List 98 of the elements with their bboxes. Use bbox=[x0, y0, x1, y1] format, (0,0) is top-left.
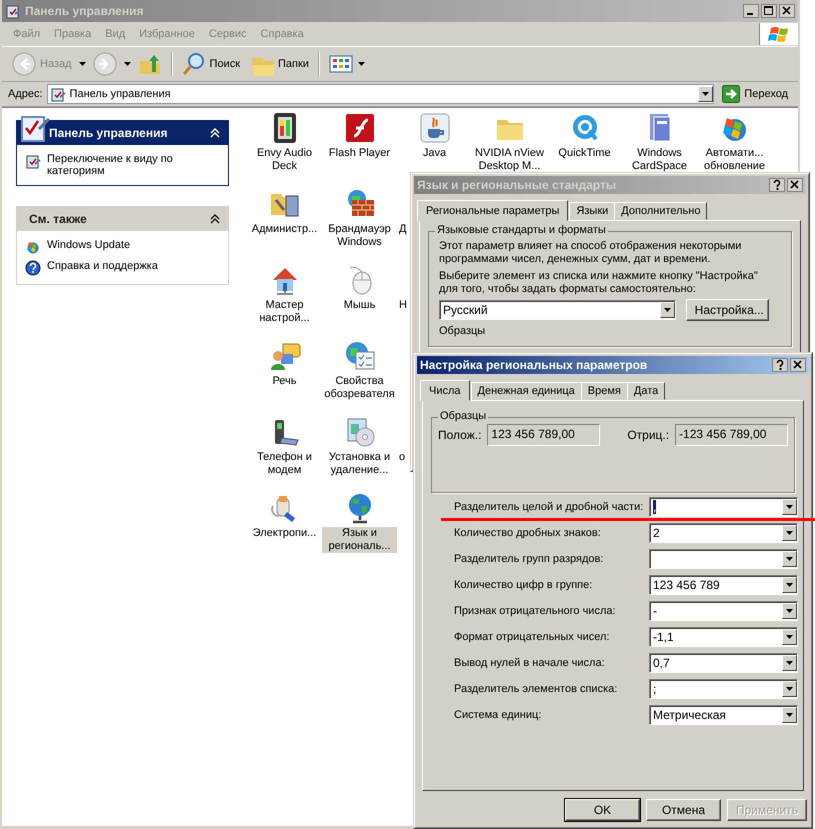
close-button[interactable] bbox=[787, 178, 803, 192]
search-button[interactable]: Поиск bbox=[178, 50, 244, 78]
search-icon bbox=[182, 52, 206, 76]
flag-globe-icon bbox=[25, 239, 41, 255]
field-label: Система единиц: bbox=[454, 709, 542, 721]
dialog-button[interactable]: OK bbox=[564, 799, 640, 821]
control-panel-item[interactable]: Автомати... обновление bbox=[697, 112, 772, 188]
tab[interactable]: Числа bbox=[420, 380, 470, 401]
window-title: Панель управления bbox=[25, 4, 144, 18]
tab[interactable]: Языки bbox=[569, 202, 616, 220]
field-label: Количество цифр в группе: bbox=[454, 579, 594, 591]
field-label: Количество дробных знаков: bbox=[454, 527, 602, 539]
panel-title: См. также bbox=[28, 212, 88, 226]
views-icon bbox=[328, 54, 353, 74]
control-panel-item[interactable]: Windows CardSpace bbox=[622, 112, 697, 188]
dialog-button[interactable]: Отмена bbox=[646, 799, 721, 821]
collapse-icon[interactable] bbox=[210, 214, 220, 224]
dropdown[interactable]: , bbox=[649, 497, 798, 517]
help-button[interactable] bbox=[772, 358, 788, 372]
description-text: Этот параметр влияет на способ отображения некоторыми программами чисел, денежных сумм, дат и времени. bbox=[439, 240, 742, 266]
dropdown-arrow-icon bbox=[662, 307, 672, 313]
maximize-button[interactable] bbox=[761, 4, 777, 18]
minimize-button[interactable] bbox=[743, 4, 759, 18]
panel-title: Панель управления bbox=[48, 126, 168, 140]
go-button[interactable]: Переход bbox=[718, 85, 792, 103]
control-panel-icon bbox=[5, 3, 21, 19]
help-icon bbox=[25, 260, 41, 276]
control-panel-item[interactable]: Язык и региональ... bbox=[322, 492, 397, 568]
dropdown-arrow-icon bbox=[785, 556, 794, 562]
field-label: Полож.: bbox=[438, 428, 482, 442]
control-panel-item[interactable]: Свойства обозревателя bbox=[322, 340, 397, 416]
dropdown[interactable]: 0,7 bbox=[649, 653, 798, 673]
dropdown[interactable]: - bbox=[649, 601, 798, 621]
address-label: Адрес: bbox=[8, 88, 43, 100]
group-title: Языковые стандарты и форматы bbox=[435, 224, 608, 236]
close-button[interactable] bbox=[779, 4, 795, 18]
dropdown-arrow-icon bbox=[785, 582, 794, 588]
control-panel-icon bbox=[25, 153, 41, 169]
group-title: Образцы bbox=[438, 410, 488, 422]
task-link[interactable]: Справка и поддержка bbox=[25, 260, 220, 276]
help-button[interactable] bbox=[769, 178, 785, 192]
control-panel-item[interactable]: Электропи... bbox=[247, 492, 322, 568]
dialog-title: Язык и региональные стандарты bbox=[417, 178, 616, 192]
field-label: Формат отрицательных чисел: bbox=[454, 631, 610, 643]
caret-icon bbox=[122, 61, 132, 67]
control-panel-item[interactable]: Администр... bbox=[247, 188, 322, 264]
control-panel-item[interactable]: Речь bbox=[247, 340, 322, 416]
caret-icon bbox=[78, 61, 87, 67]
dropdown-arrow-icon bbox=[785, 712, 794, 718]
tab[interactable]: Дата bbox=[626, 382, 666, 400]
readonly-field: -123 456 789,00 bbox=[675, 424, 788, 446]
dropdown[interactable]: Метрическая bbox=[649, 705, 798, 725]
dropdown[interactable]: 2 bbox=[649, 523, 798, 543]
close-button[interactable] bbox=[790, 358, 806, 372]
coffee-cup-icon bbox=[418, 112, 450, 144]
control-panel-item[interactable]: Мышь bbox=[322, 264, 397, 340]
field-label: Разделитель групп разрядов: bbox=[454, 553, 604, 565]
control-panel-item[interactable]: Телефон и модем bbox=[247, 416, 322, 492]
field-label: Разделитель элементов списка: bbox=[454, 683, 618, 695]
field-label: Отриц.: bbox=[627, 428, 670, 442]
control-panel-item[interactable]: Установка и удаление... bbox=[322, 416, 397, 492]
dropdown-arrow-icon bbox=[785, 530, 794, 536]
tab[interactable]: Время bbox=[580, 382, 628, 400]
dropdown-arrow-icon bbox=[785, 608, 794, 614]
customize-button[interactable]: Настройка... bbox=[686, 299, 769, 321]
dropdown[interactable] bbox=[649, 549, 798, 569]
control-panel-item[interactable]: Flash Player bbox=[322, 112, 397, 188]
dropdown[interactable]: 123 456 789 bbox=[649, 575, 798, 595]
section-label: Образцы bbox=[439, 325, 486, 338]
readonly-field: 123 456 789,00 bbox=[487, 424, 600, 446]
dropdown-arrow-icon bbox=[785, 634, 794, 640]
dialog-title: Настройка региональных параметров bbox=[420, 358, 648, 372]
tab[interactable]: Региональные параметры bbox=[417, 200, 568, 221]
windows-flag-icon bbox=[768, 25, 790, 43]
dropdown-arrow-icon bbox=[785, 504, 794, 510]
field-label: Признак отрицательного числа: bbox=[454, 605, 617, 617]
hint-text: Выберите элемент из списка или нажмите кнопку "Настройка" для того, чтобы задать форматы самостоятельно: bbox=[439, 270, 759, 296]
tab[interactable]: Денежная единица bbox=[470, 382, 582, 400]
task-link[interactable]: Переключение к виду по категориям bbox=[25, 153, 220, 177]
dropdown-arrow-icon bbox=[701, 91, 710, 97]
caret-icon bbox=[356, 61, 366, 67]
dropdown[interactable]: Русский bbox=[439, 300, 676, 320]
tab[interactable]: Дополнительно bbox=[614, 202, 708, 220]
dropdown[interactable]: -1,1 bbox=[649, 627, 798, 647]
dropdown-arrow-icon bbox=[785, 660, 794, 666]
globe-document-icon bbox=[344, 340, 376, 372]
dropdown[interactable]: ; bbox=[649, 679, 798, 699]
control-panel-item[interactable]: Брандмауэр Windows bbox=[322, 188, 397, 264]
folders-button[interactable]: Папки bbox=[246, 50, 313, 78]
control-panel-item[interactable]: Envy Audio Deck bbox=[247, 112, 322, 188]
control-panel-item[interactable]: Мастер настрой... bbox=[247, 264, 322, 340]
task-link[interactable]: Windows Update bbox=[25, 239, 220, 255]
field-label: Разделитель целой и дробной части: bbox=[454, 501, 644, 513]
control-panel-icon bbox=[50, 86, 66, 102]
field-label: Вывод нулей в начале числа: bbox=[454, 657, 606, 669]
address-field[interactable]: Панель управления bbox=[46, 84, 714, 104]
flash-icon bbox=[344, 112, 376, 144]
dropdown-arrow-icon bbox=[785, 686, 794, 692]
